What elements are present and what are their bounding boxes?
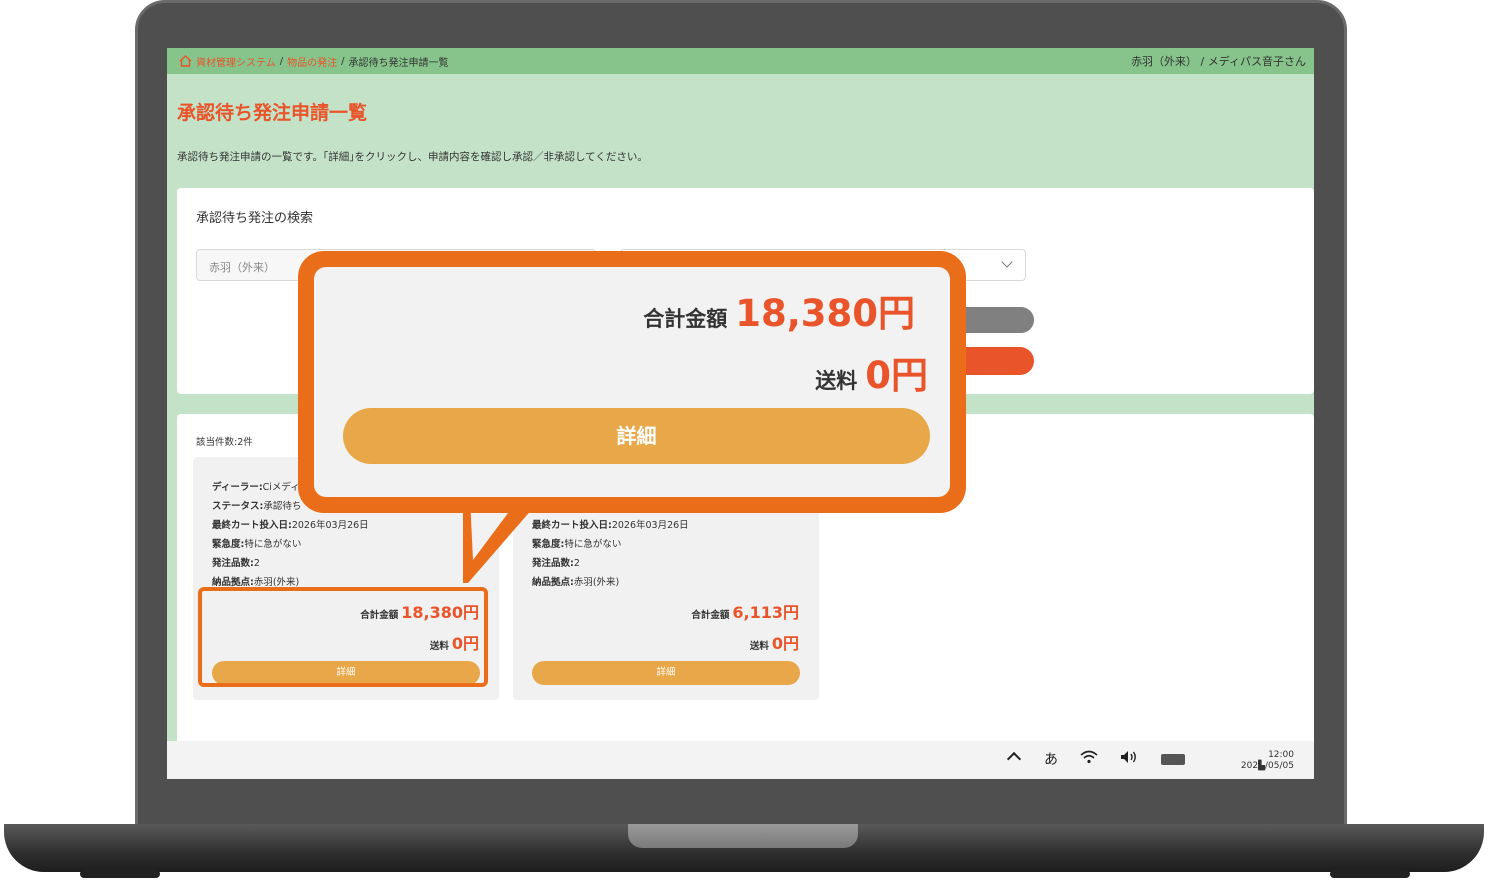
clock-time: 12:00 [1268, 750, 1294, 760]
urgency-line: 緊急度:特に急がない [212, 539, 302, 550]
breadcrumb-current: 承認待ち発注申請一覧 [348, 57, 449, 69]
items-line: 発注品数:2 [212, 558, 260, 569]
card-shipping: 送料 0円 [749, 634, 799, 653]
ime-indicator[interactable]: あ [1044, 749, 1058, 769]
breadcrumb-separator: / [279, 55, 284, 67]
laptop-notch [628, 824, 858, 848]
detail-button[interactable]: 詳細 [532, 661, 800, 685]
wifi-icon[interactable] [1079, 749, 1099, 769]
callout-total: 合計金額 18,380円 [643, 283, 915, 337]
laptop-foot-left [80, 870, 160, 878]
urgency-line: 緊急度:特に急がない [532, 539, 622, 550]
laptop-foot-right [1330, 870, 1410, 878]
taskbar: あ 12:00 202▙/05/05 [167, 741, 1314, 779]
status-line: ステータス:承認待ち [212, 501, 302, 512]
breadcrumb-home-link[interactable]: 資材管理システム [196, 54, 276, 69]
clock-date: 202▙/05/05 [1240, 761, 1294, 771]
home-icon[interactable] [179, 55, 192, 67]
callout-shipping-amount: 0円 [865, 354, 928, 397]
result-count: 該当件数:2件 [196, 437, 253, 448]
items-line: 発注品数:2 [532, 558, 580, 569]
page-description: 承認待ち発注申請の一覧です。｢詳細｣をクリックし、申請内容を確認し承認／非承認し… [177, 151, 648, 163]
delivery-line: 納品拠点:赤羽(外来) [212, 577, 300, 588]
callout-total-label: 合計金額 [643, 307, 728, 331]
last-cart-line: 最終カート投入日:2026年03月26日 [532, 520, 689, 531]
callout-total-amount: 18,380円 [735, 292, 915, 335]
chevron-down-icon [1001, 256, 1013, 268]
delivery-line: 納品拠点:赤羽(外来) [532, 577, 620, 588]
callout-shipping-label: 送料 [815, 369, 858, 393]
user-name[interactable]: 赤羽（外来） / メディパス音子さん [1131, 53, 1306, 69]
breadcrumb: 資材管理システム / 物品の発注 / 承認待ち発注申請一覧 [179, 54, 448, 69]
top-bar: 資材管理システム / 物品の発注 / 承認待ち発注申請一覧 赤羽（外来） / メ… [167, 48, 1314, 74]
last-cart-line: 最終カート投入日:2026年03月26日 [212, 520, 369, 531]
dealer-line: ディーラー:Ciメディ [212, 482, 300, 493]
callout-detail-button[interactable]: 詳細 [343, 408, 930, 464]
caret-up-icon[interactable] [1006, 751, 1022, 767]
zoom-callout-content: 合計金額 18,380円 送料 0円 詳細 [314, 267, 950, 497]
clock[interactable]: 12:00 202▙/05/05 [1241, 750, 1294, 772]
breadcrumb-separator: / [341, 55, 345, 67]
callout-shipping: 送料 0円 [815, 345, 928, 399]
highlight-box [198, 587, 488, 687]
speaker-icon[interactable] [1119, 749, 1139, 769]
page-title: 承認待ち発注申請一覧 [177, 102, 368, 124]
breadcrumb-parent-link[interactable]: 物品の発注 [287, 54, 337, 69]
card-total: 合計金額 6,113円 [691, 603, 799, 622]
search-title: 承認待ち発注の検索 [196, 211, 314, 226]
battery-icon[interactable] [1161, 754, 1185, 765]
